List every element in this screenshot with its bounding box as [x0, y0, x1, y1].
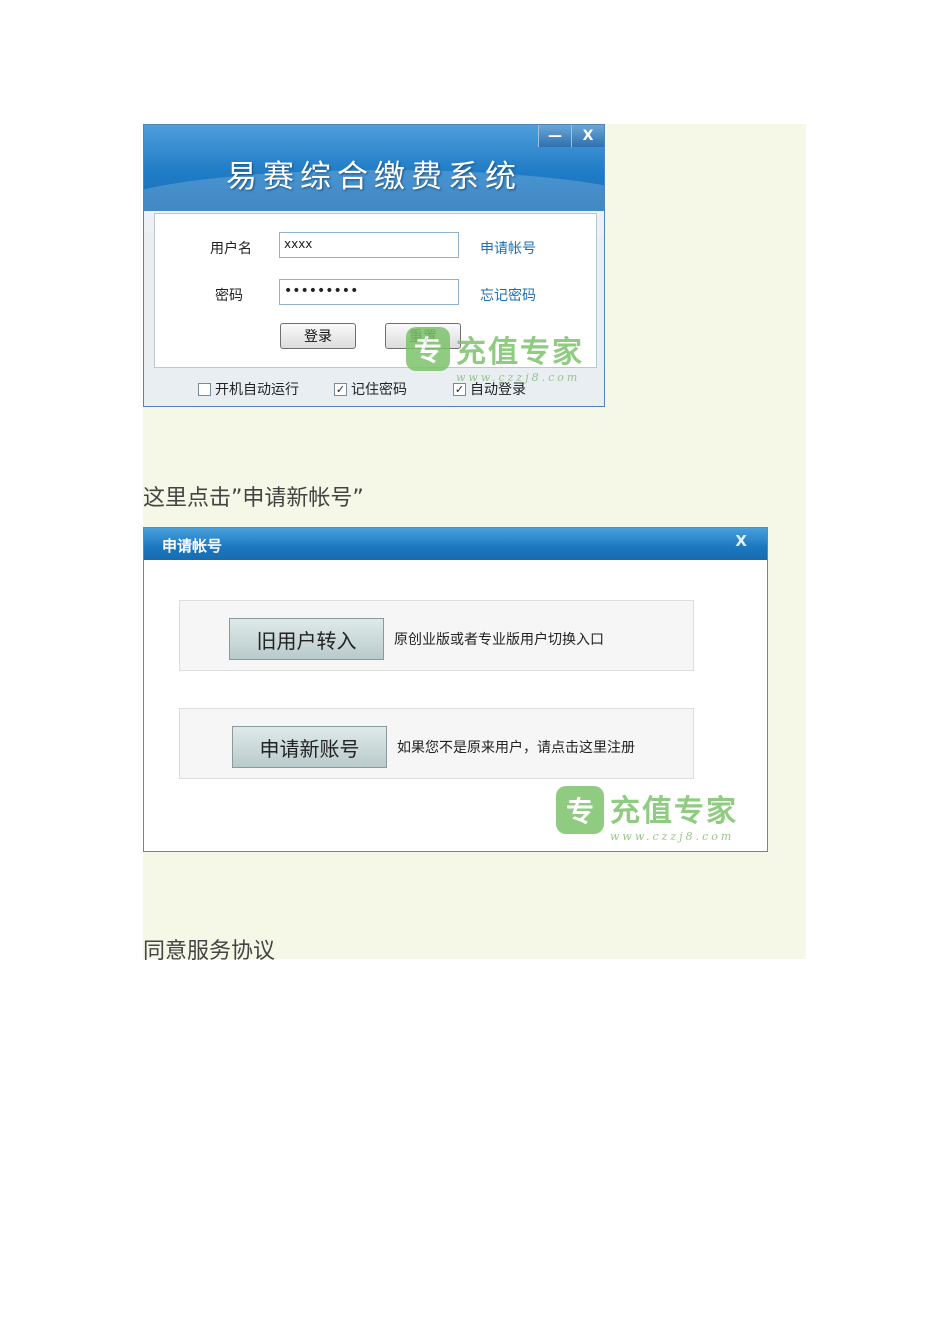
apply-account-dialog: 申请帐号 X 旧用户转入 原创业版或者专业版用户切换入口 申请新账号 如果您不是…: [143, 527, 768, 852]
dialog-title: 申请帐号: [162, 537, 223, 555]
checkbox-autostart[interactable]: 开机自动运行: [198, 379, 299, 399]
apply-new-account-button[interactable]: 申请新账号: [232, 726, 387, 768]
checkbox-remember-password[interactable]: ✓ 记住密码: [334, 379, 407, 399]
username-label: 用户名: [210, 241, 252, 257]
checkbox-checked-icon[interactable]: ✓: [334, 382, 347, 396]
login-window: 易赛综合缴费系统 — X 用户名 xxxx 申请帐号 密码 ••••••••• …: [143, 124, 605, 407]
old-user-transfer-button[interactable]: 旧用户转入: [229, 618, 384, 660]
dialog-close-button[interactable]: X: [735, 532, 747, 550]
checkbox-checked-icon[interactable]: ✓: [453, 382, 466, 396]
checkbox-label: 开机自动运行: [215, 382, 299, 398]
username-input[interactable]: xxxx: [279, 232, 459, 258]
watermark-logo-icon: 专: [406, 327, 450, 371]
watermark-logo-icon: 专: [556, 786, 604, 834]
login-button[interactable]: 登录: [280, 323, 356, 349]
password-input[interactable]: •••••••••: [279, 279, 459, 305]
watermark-url: www.czzj8.com: [456, 371, 581, 384]
login-header: 易赛综合缴费系统 — X: [144, 125, 604, 250]
watermark-text: 充值专家: [610, 794, 738, 829]
caption-click-apply: 这里点击”申请新帐号”: [143, 486, 364, 511]
checkbox-label: 记住密码: [351, 382, 407, 398]
option-old-user: 旧用户转入 原创业版或者专业版用户切换入口: [179, 600, 694, 671]
watermark: 专 充值专家 www.czzj8.com: [406, 327, 584, 384]
apply-account-link[interactable]: 申请帐号: [480, 238, 536, 258]
app-title: 易赛综合缴费系统: [226, 159, 522, 195]
watermark: 专 充值专家 www.czzj8.com: [556, 786, 738, 843]
checkbox-icon[interactable]: [198, 382, 211, 396]
option-description: 如果您不是原来用户，请点击这里注册: [397, 740, 635, 756]
close-button[interactable]: X: [571, 125, 604, 147]
window-controls: — X: [538, 125, 604, 147]
minimize-button[interactable]: —: [538, 125, 571, 147]
caption-agree-terms: 同意服务协议: [143, 939, 276, 964]
watermark-text: 充值专家: [456, 335, 584, 370]
password-label: 密码: [215, 288, 243, 304]
forgot-password-link[interactable]: 忘记密码: [480, 285, 536, 305]
watermark-url: www.czzj8.com: [610, 830, 735, 843]
option-description: 原创业版或者专业版用户切换入口: [394, 632, 604, 648]
dialog-header: 申请帐号 X: [144, 528, 767, 560]
option-new-account: 申请新账号 如果您不是原来用户，请点击这里注册: [179, 708, 694, 779]
